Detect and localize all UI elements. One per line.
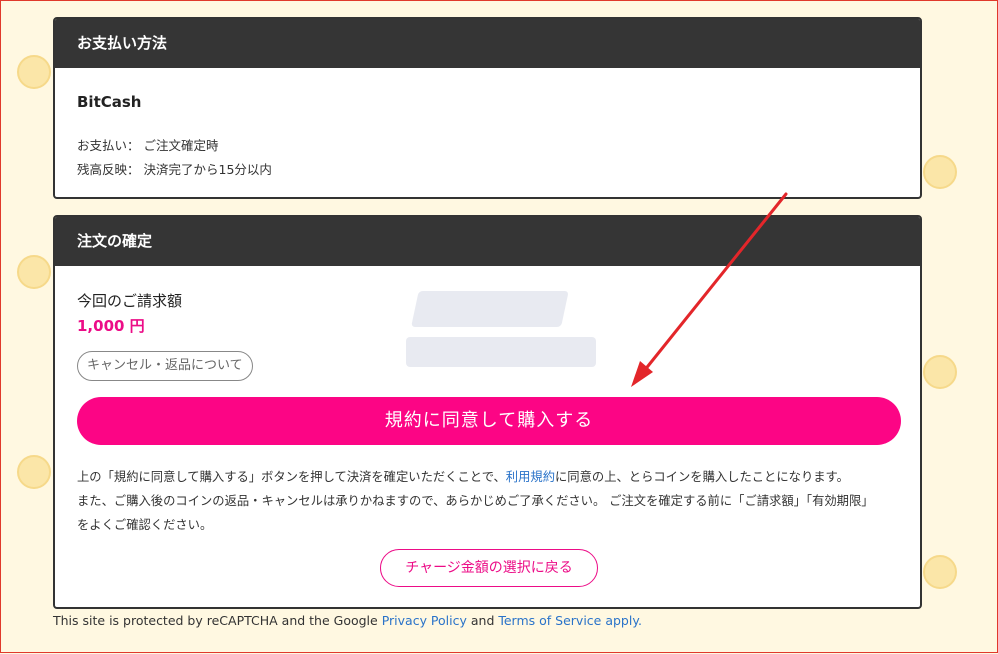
payment-timing-label: お支払い： — [77, 138, 140, 153]
notice-text: また、ご購入後のコインの返品・キャンセルは承りかねますので、あらかじめご了承くだ… — [77, 494, 874, 508]
recaptcha-notice: This site is protected by reCAPTCHA and … — [53, 613, 642, 628]
notice-text: をよくご確認ください。 — [77, 518, 213, 532]
payment-method-card: お支払い方法 BitCash お支払い： ご注文確定時 残高反映： 決済完了から… — [53, 17, 922, 199]
billing-amount-value: 1,000 円 — [77, 317, 145, 335]
payment-method-name: BitCash — [77, 93, 142, 111]
background-pattern-icon — [923, 155, 957, 189]
footer-text: This site is protected by reCAPTCHA and … — [53, 613, 382, 628]
notice-text: に同意の上、とらコインを購入したことになります。 — [555, 470, 849, 484]
background-pattern-icon — [923, 555, 957, 589]
billing-amount-label: 今回のご請求額 — [77, 292, 183, 310]
agree-and-purchase-button[interactable]: 規約に同意して購入する — [77, 397, 901, 445]
payment-method-header: お支払い方法 — [55, 19, 920, 68]
balance-reflection-row: 残高反映： 決済完了から15分以内 — [77, 159, 272, 178]
order-confirm-header: 注文の確定 — [55, 217, 920, 266]
back-to-charge-amount-button[interactable]: チャージ金額の選択に戻る — [380, 549, 598, 587]
footer-text: and — [466, 613, 499, 628]
background-pattern-icon — [17, 255, 51, 289]
terms-of-use-link[interactable]: 利用規約 — [506, 470, 555, 484]
background-pattern-icon — [923, 355, 957, 389]
background-pattern-icon — [17, 455, 51, 489]
terms-of-service-link[interactable]: Terms of Service apply. — [498, 613, 642, 628]
cancel-return-policy-link[interactable]: キャンセル・返品について — [77, 351, 253, 381]
background-pattern-icon — [17, 55, 51, 89]
order-confirm-card: 注文の確定 今回のご請求額 1,000 円 キャンセル・返品について 規約に同意… — [53, 215, 922, 609]
notice-text: 上の「規約に同意して購入する」ボタンを押して決済を確定いただくことで、 — [77, 470, 506, 484]
purchase-notice: 上の「規約に同意して購入する」ボタンを押して決済を確定いただくことで、利用規約に… — [77, 465, 907, 537]
payment-timing-value: ご注文確定時 — [143, 138, 219, 153]
payment-timing-row: お支払い： ご注文確定時 — [77, 135, 219, 154]
balance-reflection-label: 残高反映： — [77, 162, 140, 177]
privacy-policy-link[interactable]: Privacy Policy — [382, 613, 467, 628]
watermark-logo-icon — [406, 291, 596, 367]
balance-reflection-value: 決済完了から15分以内 — [143, 162, 272, 177]
